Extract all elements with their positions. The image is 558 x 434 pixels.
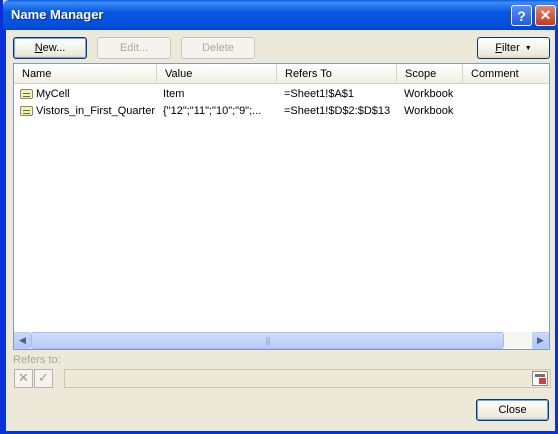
row-scope: Workbook (404, 105, 454, 117)
filter-button[interactable]: Filter ▼ (477, 37, 550, 59)
scroll-left-button[interactable]: ◀ (14, 332, 31, 349)
delete-button[interactable]: Delete (181, 37, 255, 59)
list-item[interactable]: MyCell Item =Sheet1!$A$1 Workbook (14, 86, 549, 102)
edit-button-label: Edit... (119, 42, 149, 54)
window-frame-left (3, 30, 6, 434)
arrow-right-icon: ▶ (537, 335, 544, 346)
close-button[interactable]: Close (476, 399, 549, 421)
cancel-edit-button[interactable]: ✕ (14, 369, 33, 388)
new-button-label: ew... (42, 42, 66, 54)
cancel-x-icon: ✕ (18, 371, 29, 386)
list-item[interactable]: Vistors_in_First_Quarter {"12";"11";"10"… (14, 103, 549, 119)
column-header-value[interactable]: Value (157, 64, 277, 83)
row-value: Item (163, 88, 185, 100)
title-close-button[interactable]: ✕ (535, 5, 556, 26)
list-header: Name Value Refers To Scope Comment (14, 64, 549, 84)
horizontal-scrollbar[interactable]: ◀ ||| ▶ (14, 332, 549, 349)
new-button[interactable]: New... (13, 37, 87, 59)
title-bar[interactable]: Name Manager ? ✕ (3, 0, 558, 30)
row-name: MyCell (36, 88, 70, 100)
scroll-right-button[interactable]: ▶ (532, 332, 549, 349)
column-header-comment[interactable]: Comment (463, 64, 549, 83)
row-scope: Workbook (404, 88, 454, 100)
help-button[interactable]: ? (511, 5, 532, 26)
arrow-left-icon: ◀ (19, 335, 26, 346)
filter-button-accel: F (495, 42, 503, 54)
dropdown-caret-icon: ▼ (524, 44, 532, 52)
row-refers-to: =Sheet1!$D$2:$D$13 (284, 105, 391, 117)
row-refers-to: =Sheet1!$A$1 (284, 88, 355, 100)
help-icon: ? (517, 7, 526, 24)
filter-button-label: ilter (502, 42, 520, 54)
column-header-scope[interactable]: Scope (397, 64, 463, 83)
confirm-edit-button[interactable]: ✓ (34, 369, 53, 388)
refers-to-field[interactable] (64, 369, 551, 388)
delete-button-label: Delete (202, 42, 234, 54)
refers-to-label: Refers to: (13, 354, 61, 366)
name-manager-dialog: Name Manager ? ✕ New... Edit... Delete F… (0, 0, 558, 434)
defined-name-icon (20, 89, 33, 99)
row-name: Vistors_in_First_Quarter (36, 105, 156, 117)
new-button-accel: N (34, 42, 43, 54)
close-button-label: Close (498, 404, 527, 416)
column-header-refers-to[interactable]: Refers To (277, 64, 397, 83)
close-icon: ✕ (539, 7, 552, 23)
grip-icon: ||| (264, 336, 271, 345)
dialog-title: Name Manager (11, 7, 104, 22)
defined-name-icon (20, 106, 33, 116)
range-picker-icon[interactable] (532, 371, 548, 386)
column-header-name[interactable]: Name (14, 64, 157, 83)
checkmark-icon: ✓ (38, 371, 49, 386)
edit-button[interactable]: Edit... (97, 37, 171, 59)
names-list[interactable]: Name Value Refers To Scope Comment MyCel… (13, 63, 550, 350)
scrollbar-thumb[interactable]: ||| (31, 332, 504, 349)
row-value: {"12";"11";"10";"9";... (163, 105, 262, 117)
